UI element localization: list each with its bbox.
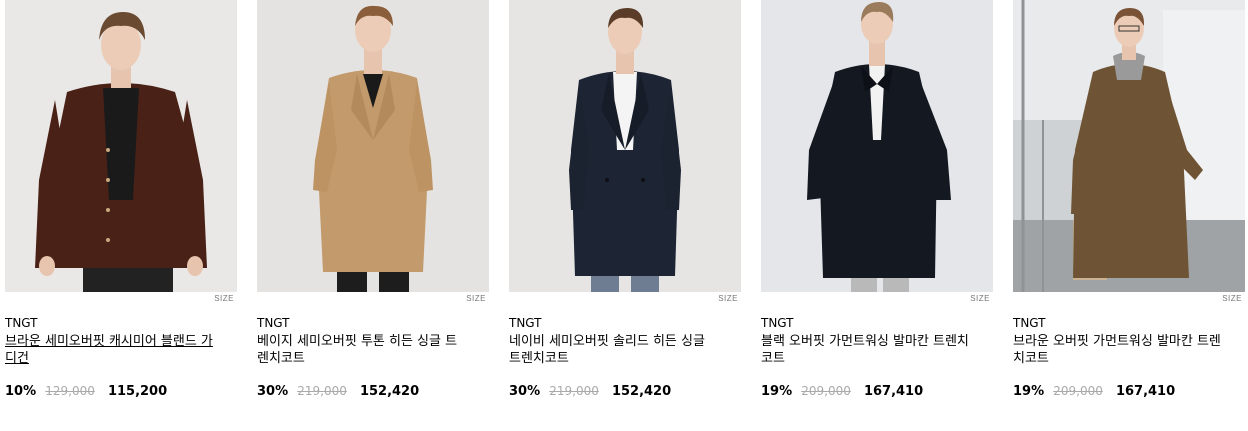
- product-photo-brown-cardigan: [5, 0, 237, 292]
- product-title[interactable]: 블랙 오버핏 가먼트워싱 발마칸 트렌치코트: [761, 333, 973, 367]
- product-photo-brown-balmacaan: [1013, 0, 1245, 292]
- original-price: 219,000: [549, 384, 599, 398]
- sale-price: 167,410: [863, 384, 924, 399]
- original-price: 129,000: [45, 384, 95, 398]
- original-price: 219,000: [297, 384, 347, 398]
- product-title[interactable]: 네이비 세미오버핏 솔리드 히든 싱글 트렌치코트: [509, 333, 721, 367]
- product-card[interactable]: SIZE TNGT 브라운 오버핏 가먼트워싱 발마칸 트렌치코트 19% 20…: [1013, 0, 1245, 399]
- discount-rate: 19%: [1013, 384, 1045, 399]
- product-photo-beige-trench: [257, 0, 489, 292]
- discount-rate: 30%: [257, 384, 289, 399]
- brand-name[interactable]: TNGT: [1013, 316, 1046, 330]
- product-title[interactable]: 브라운 세미오버핏 캐시미어 블랜드 가디건: [5, 333, 217, 367]
- sale-price: 167,410: [1115, 384, 1176, 399]
- product-card[interactable]: SIZE TNGT 브라운 세미오버핏 캐시미어 블랜드 가디건 10% 129…: [5, 0, 237, 399]
- product-photo-black-balmacaan: [761, 0, 993, 292]
- product-image[interactable]: [5, 0, 237, 292]
- sale-price: 115,200: [107, 384, 168, 399]
- product-image[interactable]: [509, 0, 741, 292]
- brand-name[interactable]: TNGT: [509, 316, 542, 330]
- discount-rate: 10%: [5, 384, 37, 399]
- product-image[interactable]: [257, 0, 489, 292]
- sale-price: 152,420: [359, 384, 420, 399]
- brand-name[interactable]: TNGT: [5, 316, 38, 330]
- size-label[interactable]: SIZE: [1222, 294, 1242, 303]
- brand-name[interactable]: TNGT: [257, 316, 290, 330]
- size-label[interactable]: SIZE: [718, 294, 738, 303]
- product-grid: SIZE TNGT 브라운 세미오버핏 캐시미어 블랜드 가디건 10% 129…: [5, 0, 1245, 431]
- product-title[interactable]: 베이지 세미오버핏 투톤 히든 싱글 트렌치코트: [257, 333, 469, 367]
- product-card[interactable]: SIZE TNGT 블랙 오버핏 가먼트워싱 발마칸 트렌치코트 19% 209…: [761, 0, 993, 399]
- product-image[interactable]: [761, 0, 993, 292]
- size-label[interactable]: SIZE: [970, 294, 990, 303]
- price-row: 10% 129,000 115,200: [5, 380, 167, 399]
- product-card[interactable]: SIZE TNGT 네이비 세미오버핏 솔리드 히든 싱글 트렌치코트 30% …: [509, 0, 741, 399]
- brand-name[interactable]: TNGT: [761, 316, 794, 330]
- original-price: 209,000: [801, 384, 851, 398]
- price-row: 30% 219,000 152,420: [509, 380, 671, 399]
- product-image[interactable]: [1013, 0, 1245, 292]
- price-row: 19% 209,000 167,410: [1013, 380, 1175, 399]
- price-row: 19% 209,000 167,410: [761, 380, 923, 399]
- price-row: 30% 219,000 152,420: [257, 380, 419, 399]
- discount-rate: 30%: [509, 384, 541, 399]
- sale-price: 152,420: [611, 384, 672, 399]
- size-label[interactable]: SIZE: [214, 294, 234, 303]
- product-photo-navy-trench: [509, 0, 741, 292]
- product-card[interactable]: SIZE TNGT 베이지 세미오버핏 투톤 히든 싱글 트렌치코트 30% 2…: [257, 0, 489, 399]
- original-price: 209,000: [1053, 384, 1103, 398]
- discount-rate: 19%: [761, 384, 793, 399]
- size-label[interactable]: SIZE: [466, 294, 486, 303]
- product-title[interactable]: 브라운 오버핏 가먼트워싱 발마칸 트렌치코트: [1013, 333, 1225, 367]
